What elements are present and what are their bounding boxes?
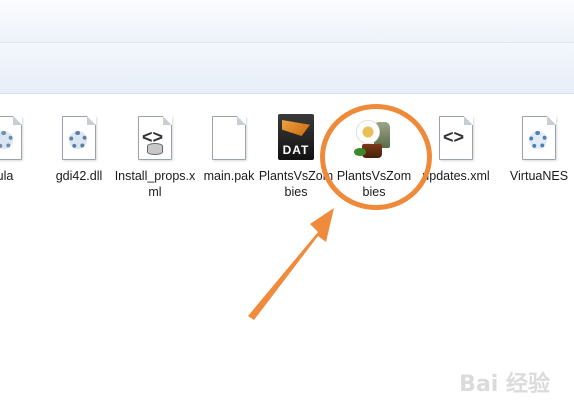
dll-gear-icon	[34, 112, 124, 166]
file-name: gdi42.dll	[55, 169, 103, 183]
file-item-updates-xml[interactable]: <> updates.xml	[418, 112, 494, 184]
file-name: updates.xml	[422, 169, 490, 183]
dat-badge: DAT	[282, 143, 310, 157]
file-name: PlantsVsZombies	[336, 169, 412, 199]
address-bar-area	[0, 0, 574, 43]
file-item-virtuanes[interactable]: VirtuaNES	[494, 112, 574, 184]
file-name: PlantsVsZombies	[258, 169, 334, 199]
settings-gear-icon	[494, 112, 574, 166]
file-item-pvz-dat[interactable]: DAT PlantsVsZombies	[258, 112, 334, 200]
watermark: Bai 经验	[459, 372, 550, 397]
xml-file-icon: <>	[418, 112, 494, 166]
file-name: VirtuaNES	[509, 169, 569, 183]
pvz-game-icon	[336, 112, 412, 166]
file-item-pvz-exe[interactable]: PlantsVsZombies	[336, 112, 412, 200]
dat-file-icon: DAT	[258, 112, 334, 166]
toolbar-area	[0, 43, 574, 94]
file-item-gdi42[interactable]: gdi42.dll	[34, 112, 124, 184]
